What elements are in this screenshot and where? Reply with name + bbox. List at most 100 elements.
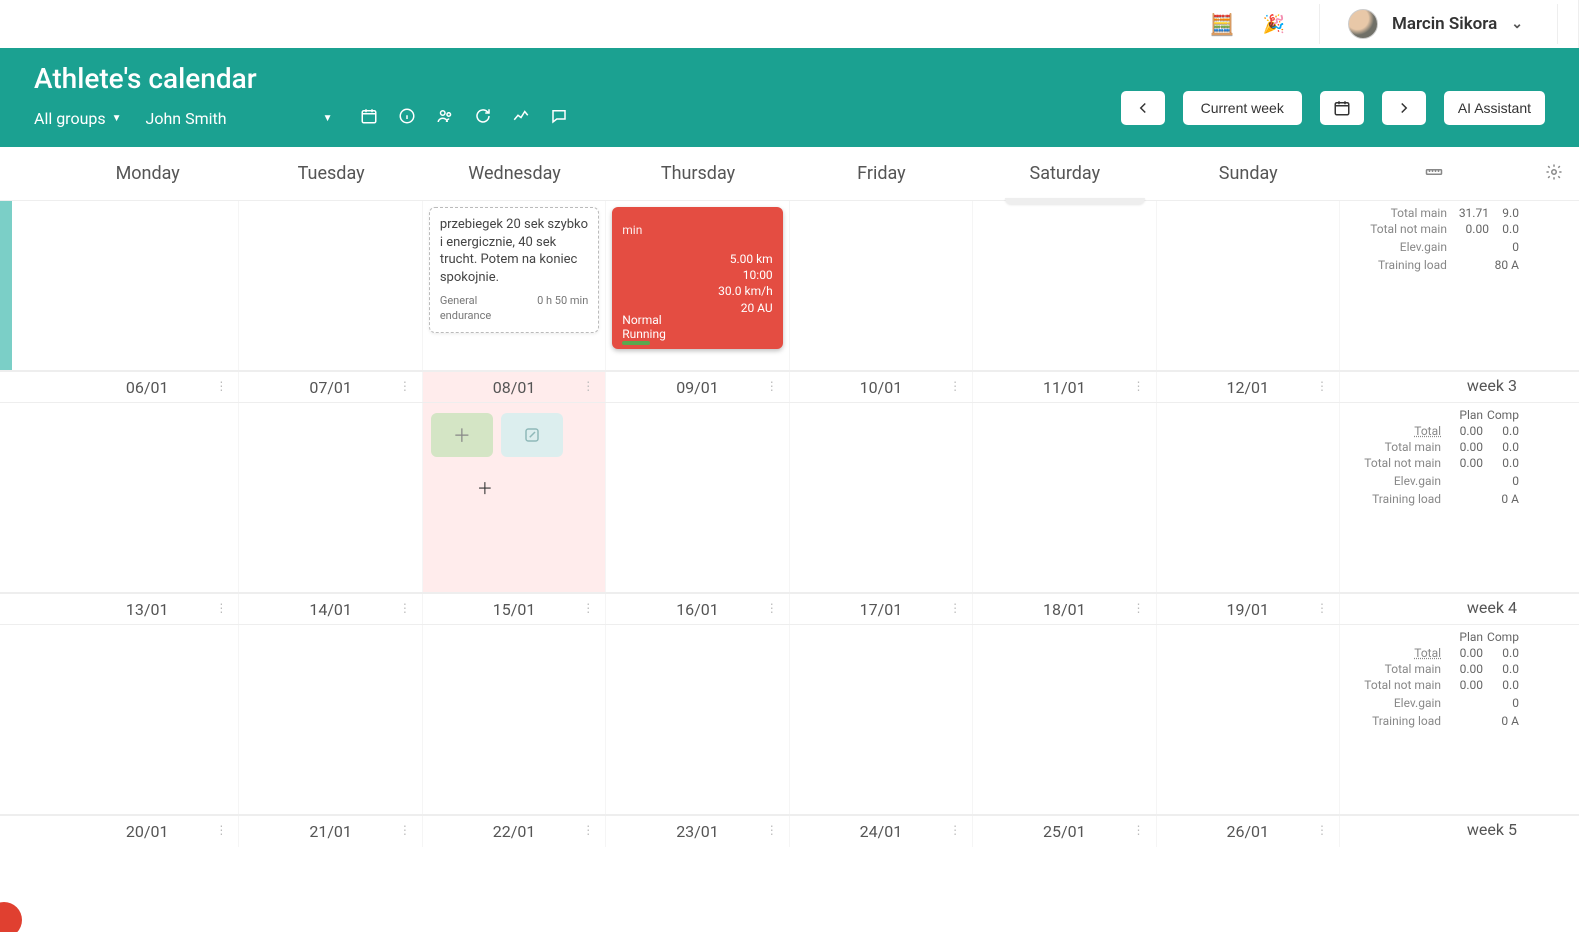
user-menu[interactable]: Marcin Sikora ⌄	[1348, 9, 1523, 39]
day-cell[interactable]: przebiegek 20 sek szybko i energicznie, …	[423, 201, 606, 370]
more-icon[interactable]: ⋮	[766, 823, 777, 837]
week-date-row: 13/01⋮ 14/01⋮ 15/01⋮ 16/01⋮ 17/01⋮ 18/01…	[0, 593, 1579, 625]
date-cell[interactable]: 17/01⋮	[790, 594, 973, 624]
prev-week-button[interactable]	[1121, 91, 1165, 125]
more-icon[interactable]: ⋮	[1316, 379, 1327, 393]
date-picker-button[interactable]	[1320, 91, 1364, 125]
day-cell[interactable]	[1157, 625, 1340, 814]
more-icon[interactable]: ⋮	[949, 379, 960, 393]
topbar: 🧮 🎉 Marcin Sikora ⌄	[0, 0, 1579, 48]
card-stats: 5.00 km 10:00 30.0 km/h 20 AU	[718, 251, 773, 316]
day-cell[interactable]	[56, 403, 239, 592]
date-cell[interactable]: 26/01⋮	[1157, 816, 1340, 847]
date-cell[interactable]: 18/01⋮	[973, 594, 1156, 624]
date-cell[interactable]: 08/01⋮	[423, 372, 606, 402]
fab-button[interactable]	[0, 902, 22, 932]
date-cell[interactable]: 23/01⋮	[606, 816, 789, 847]
chat-icon[interactable]	[550, 107, 568, 129]
card-title: min	[622, 223, 772, 237]
more-icon[interactable]: ⋮	[399, 823, 410, 837]
confetti-icon[interactable]: 🎉	[1263, 14, 1285, 35]
info-icon[interactable]	[398, 107, 416, 129]
date-cell[interactable]: 22/01⋮	[423, 816, 606, 847]
date-cell[interactable]: 25/01⋮	[973, 816, 1156, 847]
gear-icon[interactable]	[1545, 163, 1563, 185]
calculator-icon[interactable]: 🧮	[1210, 12, 1235, 36]
more-icon[interactable]: ⋮	[1133, 379, 1144, 393]
date-cell[interactable]: 20/01⋮	[56, 816, 239, 847]
day-cell[interactable]	[606, 625, 789, 814]
day-cell[interactable]	[239, 201, 422, 370]
date-cell[interactable]: 12/01⋮	[1157, 372, 1340, 402]
week-row-partial: przebiegek 20 sek szybko i energicznie, …	[0, 201, 1579, 371]
date-cell[interactable]: 21/01⋮	[239, 816, 422, 847]
day-cell[interactable]	[239, 403, 422, 592]
more-icon[interactable]: ⋮	[766, 379, 777, 393]
date-cell[interactable]: 14/01⋮	[239, 594, 422, 624]
date-cell[interactable]: 10/01⋮	[790, 372, 973, 402]
more-icon[interactable]: ⋮	[1133, 823, 1144, 837]
team-icon[interactable]	[436, 107, 454, 129]
date-cell[interactable]: 24/01⋮	[790, 816, 973, 847]
day-cell[interactable]: min 5.00 km 10:00 30.0 km/h 20 AU Normal…	[606, 201, 789, 370]
date-cell[interactable]: 11/01⋮	[973, 372, 1156, 402]
more-icon[interactable]: ⋮	[1133, 601, 1144, 615]
date-cell[interactable]: 16/01⋮	[606, 594, 789, 624]
day-cell-highlighted[interactable]: ＋ ＋	[423, 403, 606, 592]
day-cell[interactable]	[1157, 403, 1340, 592]
athlete-filter[interactable]: John Smith ▼	[146, 109, 333, 128]
training-card-completed[interactable]: min 5.00 km 10:00 30.0 km/h 20 AU Normal…	[612, 207, 782, 349]
day-cell[interactable]	[239, 625, 422, 814]
training-card-draft[interactable]: przebiegek 20 sek szybko i energicznie, …	[429, 207, 599, 333]
day-cell[interactable]	[973, 403, 1156, 592]
more-icon[interactable]: ⋮	[949, 823, 960, 837]
day-cell[interactable]	[56, 625, 239, 814]
ruler-icon[interactable]	[1425, 163, 1443, 185]
chart-icon[interactable]	[512, 107, 530, 129]
more-icon[interactable]: ⋮	[582, 601, 593, 615]
date-cell[interactable]: 13/01⋮	[56, 594, 239, 624]
refresh-icon[interactable]	[474, 107, 492, 129]
more-icon[interactable]: ⋮	[1316, 823, 1327, 837]
ai-assistant-button[interactable]: AI Assistant	[1444, 91, 1545, 125]
more-icon[interactable]: ⋮	[582, 379, 593, 393]
date-cell[interactable]: 06/01⋮	[56, 372, 239, 402]
add-workout-button[interactable]: ＋	[431, 413, 493, 457]
more-icon[interactable]: ⋮	[399, 379, 410, 393]
card-tag: General endurance	[440, 294, 500, 324]
day-cell[interactable]	[1157, 201, 1340, 370]
progress-bar	[622, 341, 650, 345]
more-icon[interactable]: ⋮	[215, 823, 226, 837]
day-mon: Monday	[56, 163, 239, 184]
more-icon[interactable]: ⋮	[949, 601, 960, 615]
day-cell[interactable]	[56, 201, 239, 370]
date-cell[interactable]: 19/01⋮	[1157, 594, 1340, 624]
more-icon[interactable]: ⋮	[215, 379, 226, 393]
day-cell[interactable]	[973, 625, 1156, 814]
day-cell[interactable]	[606, 403, 789, 592]
add-note-button[interactable]	[501, 413, 563, 457]
next-week-button[interactable]	[1382, 91, 1426, 125]
header: Athlete's calendar All groups ▼ John Smi…	[0, 48, 1579, 147]
more-icon[interactable]: ⋮	[399, 601, 410, 615]
day-cell[interactable]	[423, 625, 606, 814]
day-cell[interactable]	[790, 201, 973, 370]
day-cell[interactable]	[973, 201, 1156, 370]
week-label: week 5	[1344, 820, 1521, 839]
day-sun: Sunday	[1157, 163, 1340, 184]
week-date-row: 20/01⋮ 21/01⋮ 22/01⋮ 23/01⋮ 24/01⋮ 25/01…	[0, 815, 1579, 847]
week-content-row: PlanComp Total0.000.0 Total main0.000.0 …	[0, 625, 1579, 815]
more-icon[interactable]: ⋮	[582, 823, 593, 837]
more-icon[interactable]: ⋮	[766, 601, 777, 615]
current-week-button[interactable]: Current week	[1183, 91, 1302, 125]
day-cell[interactable]	[790, 625, 973, 814]
day-cell[interactable]	[790, 403, 973, 592]
date-cell[interactable]: 07/01⋮	[239, 372, 422, 402]
more-icon[interactable]: ⋮	[215, 601, 226, 615]
group-filter[interactable]: All groups ▼	[34, 109, 122, 128]
date-cell[interactable]: 15/01⋮	[423, 594, 606, 624]
date-cell[interactable]: 09/01⋮	[606, 372, 789, 402]
more-icon[interactable]: ⋮	[1316, 601, 1327, 615]
calendar-icon[interactable]	[360, 107, 378, 129]
chevron-down-icon: ⌄	[1511, 16, 1523, 32]
